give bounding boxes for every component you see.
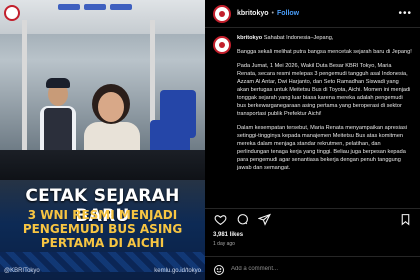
emoji-icon[interactable] [213, 263, 225, 275]
image-subline: PERTAMA DI AICHI [40, 236, 165, 250]
image-subline: PENGEMUDI BUS ASING [22, 222, 183, 236]
action-bar [205, 208, 420, 230]
caption-paragraph: Pada Jumat, 1 Mei 2026, Wakil Duta Besar… [237, 63, 411, 117]
handrail-pole [22, 20, 27, 170]
caption-paragraph: Dalam kesempatan tersebut, Maria Renata … [237, 125, 408, 171]
follow-button[interactable]: Follow [277, 10, 299, 17]
heart-icon[interactable] [213, 213, 227, 227]
image-subline: 3 WNI RESMI MENJADI [27, 208, 178, 222]
post-username[interactable]: kbritokyo [237, 10, 269, 17]
comment-icon[interactable] [235, 213, 249, 227]
kbri-logo [4, 5, 20, 21]
post-date: 1 day ago [213, 241, 235, 247]
like-count[interactable]: 3,981 likes [213, 232, 243, 238]
more-horizontal-icon[interactable]: ••• [398, 8, 412, 19]
image-tag-left: @KBRITokyo [4, 268, 40, 274]
bookmark-icon[interactable] [398, 213, 412, 227]
comment-input[interactable] [231, 265, 412, 272]
post-panel: kbritokyo • Follow ••• kbritokyo Sahabat… [205, 0, 420, 280]
caption-paragraph: Bangga sekali melihat putra bangsa mence… [237, 49, 412, 55]
avatar[interactable] [213, 36, 231, 54]
comment-bar [205, 256, 420, 280]
carousel-indicator [58, 4, 132, 10]
send-icon[interactable] [257, 213, 271, 227]
bus-dashboard [0, 150, 205, 180]
image-tag-right: kemlu.go.id/tokyo [154, 268, 201, 274]
caption-username[interactable]: kbritokyo [237, 35, 262, 41]
post-image[interactable]: CETAK SEJARAH BARU 3 WNI RESMI MENJADI P… [0, 0, 205, 280]
image-footer: @KBRITokyo kemlu.go.id/tokyo [0, 268, 205, 280]
avatar[interactable] [213, 4, 231, 23]
post-header: kbritokyo • Follow ••• [205, 0, 420, 28]
separator-dot: • [271, 10, 274, 17]
caption-intro: Sahabat Indonesia–Jepang, [263, 35, 334, 41]
caption-area[interactable]: kbritokyo Sahabat Indonesia–Jepang, Bang… [205, 30, 420, 226]
caption-body: kbritokyo Sahabat Indonesia–Jepang, Bang… [237, 34, 412, 222]
